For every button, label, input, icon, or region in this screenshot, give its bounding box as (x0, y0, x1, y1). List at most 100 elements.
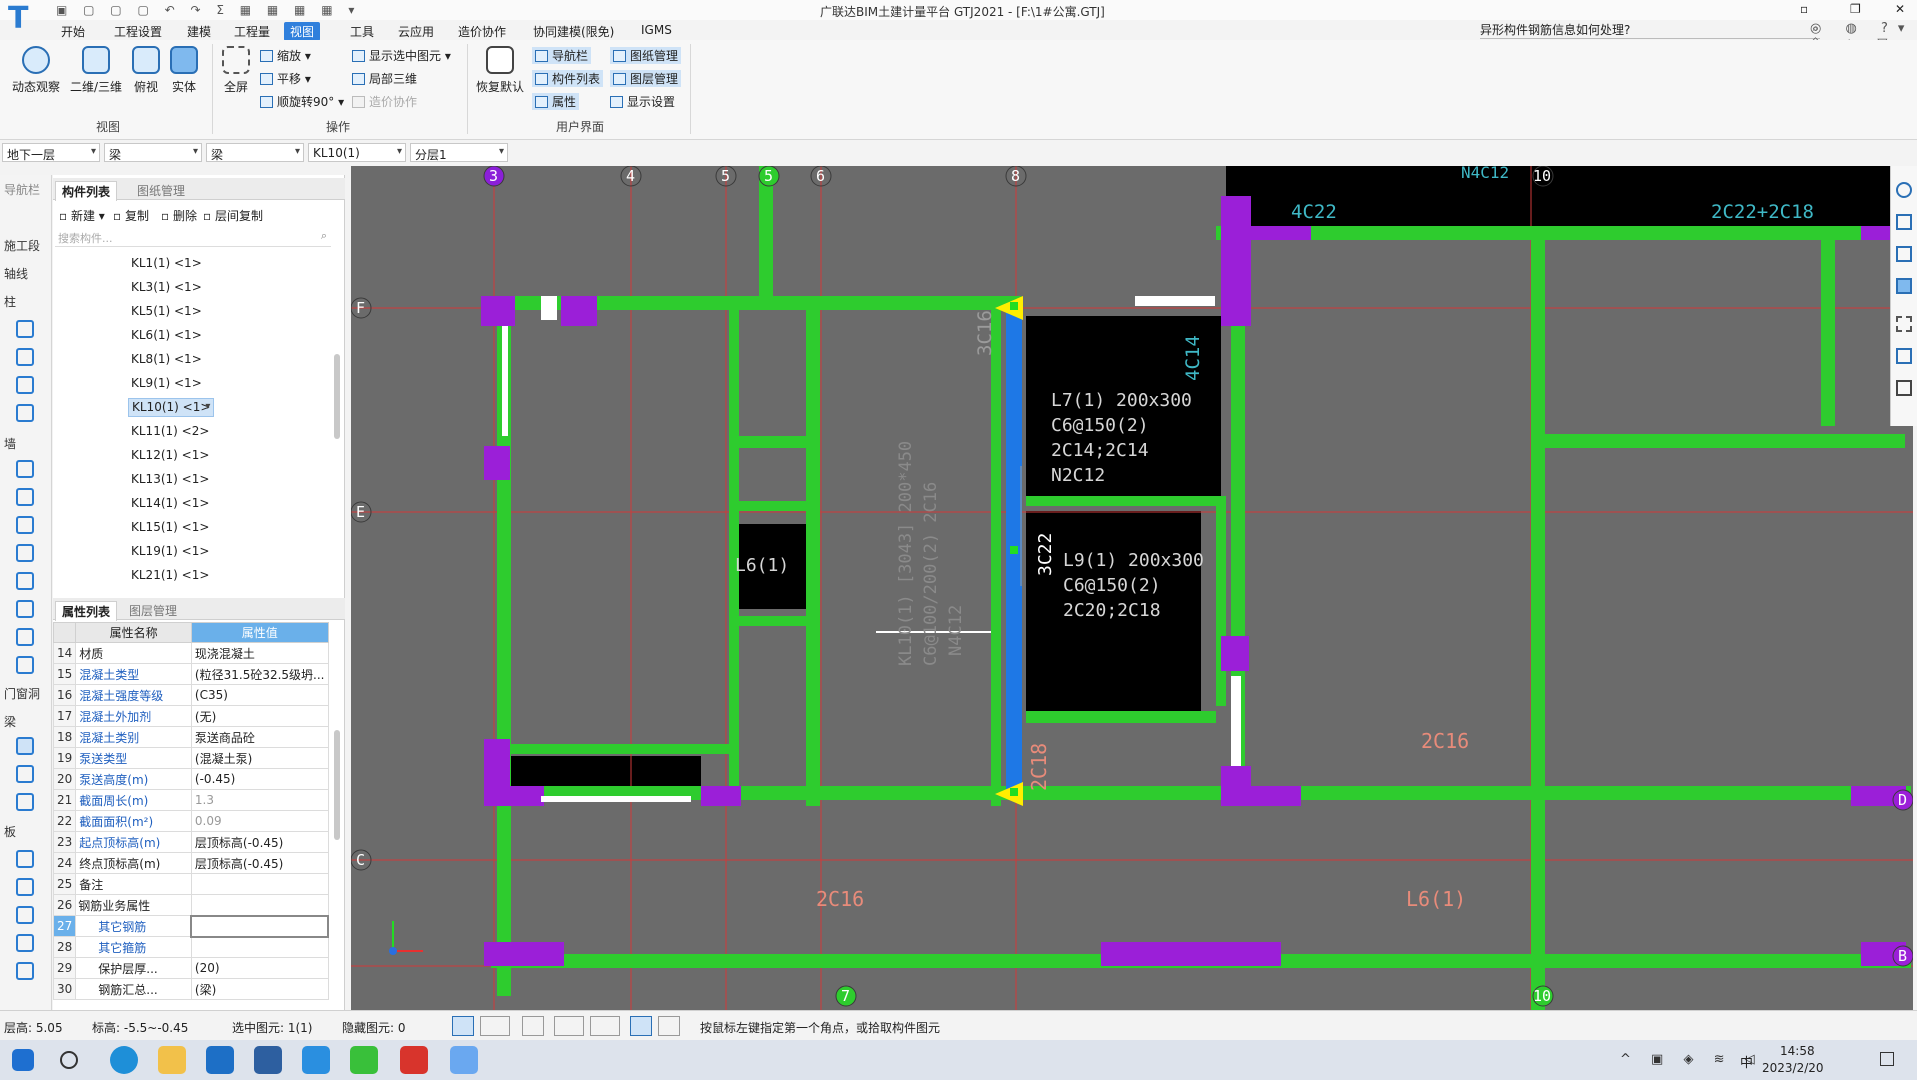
close-button[interactable]: ✕ (1895, 2, 1905, 16)
property-value[interactable]: (粒径31.5砼32.5级坍... (190, 663, 329, 685)
property-row[interactable]: 15 混凝土类型 (粒径31.5砼32.5级坍... (52, 663, 329, 685)
top-view-button[interactable]: 俯视 (128, 46, 164, 95)
fullscreen-icon[interactable] (1896, 316, 1912, 332)
offset-icon[interactable] (590, 1016, 620, 1036)
property-row[interactable]: 25 备注 (52, 873, 329, 895)
wall-brick-icon[interactable] (16, 516, 34, 534)
ime-indicator[interactable]: 中 (1740, 1052, 1753, 1071)
restore-button[interactable]: ❐ (1850, 2, 1861, 16)
wall-icon[interactable] (16, 460, 34, 478)
floor-plan-svg[interactable]: 3 4 5 5 6 8 10 F E C D B 7 10 4C22 2C22+… (351, 166, 1913, 1011)
property-row[interactable]: 21 截面周长(m) 1.3 (52, 789, 329, 811)
menu-cloud[interactable]: 云应用 (392, 22, 440, 41)
slab-curve-icon[interactable] (16, 906, 34, 924)
property-value[interactable]: 层顶标高(-0.45) (190, 831, 329, 853)
wall-3d-icon[interactable] (16, 600, 34, 618)
menu-collab-modeling[interactable]: 协同建模(限免) (527, 22, 620, 41)
grip-point[interactable] (1010, 546, 1018, 554)
property-row[interactable]: 14 材质 现浇混凝土 (52, 642, 329, 664)
property-value[interactable]: 层顶标高(-0.45) (190, 852, 329, 874)
zoom-button[interactable]: 缩放 ▾ (260, 47, 311, 64)
fullscreen-button[interactable]: 全屏 (216, 46, 256, 95)
snap-box-icon[interactable] (480, 1016, 510, 1036)
track-icon[interactable] (658, 1016, 680, 1036)
drawing-manage-toggle[interactable]: 图纸管理 (610, 47, 682, 64)
dynamic-input-icon[interactable] (630, 1016, 652, 1036)
list-item[interactable]: KL19(1) <1> (128, 543, 212, 559)
menu-project-settings[interactable]: 工程设置 (108, 22, 168, 41)
beam-icon[interactable] (16, 737, 34, 755)
list-item[interactable]: KL11(1) <2> (128, 423, 212, 439)
solid-button[interactable]: 实体 (166, 46, 202, 95)
2d-3d-button[interactable]: 二维/三维 (66, 46, 126, 95)
property-row[interactable]: 17 混凝土外加剂 (无) (52, 705, 329, 727)
search-icon[interactable] (60, 1051, 78, 1069)
wall-grid-icon[interactable] (16, 488, 34, 506)
copy-button[interactable]: ▫ 复制 (113, 207, 149, 224)
menu-modeling[interactable]: 建模 (181, 22, 217, 41)
column-cap-icon[interactable] (16, 348, 34, 366)
list-item[interactable]: KL6(1) <1> (128, 327, 205, 343)
menu-view[interactable]: 视图 (284, 22, 321, 41)
local-3d-icon[interactable] (1896, 348, 1912, 364)
properties-toggle[interactable]: 属性 (532, 93, 580, 110)
nav-column[interactable]: 柱 (4, 293, 16, 310)
nav-door-window[interactable]: 门窗洞 (4, 685, 40, 702)
component-list-toggle[interactable]: 构件列表 (532, 70, 604, 87)
list-item[interactable]: KL1(1) <1> (128, 255, 205, 271)
list-item[interactable]: KL5(1) <1> (128, 303, 205, 319)
property-row[interactable]: 24 终点顶标高(m) 层顶标高(-0.45) (52, 852, 329, 874)
list-item[interactable]: KL9(1) <1> (128, 375, 205, 391)
ortho-toggle-icon[interactable] (452, 1016, 474, 1036)
property-row[interactable]: 29 保护层厚... (20) (52, 957, 329, 979)
tab-drawing-manage[interactable]: 图纸管理 (131, 181, 191, 200)
component-search[interactable]: 搜索构件... ⌕ (55, 227, 331, 247)
column-icon[interactable] (16, 320, 34, 338)
orbit-icon[interactable] (1896, 182, 1912, 198)
layer-manage-toggle[interactable]: 图层管理 (610, 70, 682, 87)
restore-default-button[interactable]: 恢复默认 (472, 46, 528, 95)
column-box-icon[interactable] (16, 404, 34, 422)
layer-select[interactable]: 分层1 (410, 143, 508, 162)
property-value[interactable]: 0.09 (190, 810, 329, 832)
property-value[interactable] (190, 936, 329, 958)
property-value[interactable]: (混凝土泵) (190, 747, 329, 769)
menu-cost-collab[interactable]: 造价协作 (452, 22, 512, 41)
property-value[interactable]: (梁) (190, 978, 329, 1000)
property-row[interactable]: 23 起点顶标高(m) 层顶标高(-0.45) (52, 831, 329, 853)
property-value[interactable]: (-0.45) (190, 768, 329, 790)
minimize-button[interactable]: ▫ (1800, 2, 1808, 16)
wall-panel-icon[interactable] (16, 628, 34, 646)
tab-component-list[interactable]: 构件列表 (55, 181, 118, 201)
list-item[interactable]: KL8(1) <1> (128, 351, 205, 367)
property-row[interactable]: 27 其它钢筋 (52, 914, 329, 938)
slab-icon[interactable] (16, 850, 34, 868)
property-value[interactable]: (C35) (190, 684, 329, 706)
wall-layout-icon[interactable] (16, 656, 34, 674)
list-item[interactable]: KL12(1) <1> (128, 447, 212, 463)
show-selected-button[interactable]: 显示选中图元 ▾ (352, 47, 451, 64)
menu-tools[interactable]: 工具 (344, 22, 380, 41)
property-value[interactable] (190, 873, 329, 895)
navbar-toggle[interactable]: 导航栏 (532, 47, 592, 64)
delete-button[interactable]: ▫ 删除 (161, 207, 197, 224)
pan-button[interactable]: 平移 ▾ (260, 70, 311, 87)
property-row[interactable]: 19 泵送类型 (混凝土泵) (52, 747, 329, 769)
wall-stair-icon[interactable] (16, 544, 34, 562)
property-value[interactable] (190, 914, 329, 938)
display-settings-button[interactable]: 显示设置 (610, 93, 675, 110)
nav-slab[interactable]: 板 (4, 823, 16, 840)
edge-browser-icon[interactable] (110, 1046, 138, 1074)
wps-icon[interactable] (400, 1046, 428, 1074)
new-button[interactable]: ▫ 新建 ▾ (59, 207, 105, 224)
property-row[interactable]: 26 钢筋业务属性 (52, 894, 329, 916)
list-item[interactable]: KL3(1) <1> (128, 279, 205, 295)
solid-icon[interactable] (1896, 278, 1912, 294)
property-row[interactable]: 22 截面面积(m²) 0.09 (52, 810, 329, 832)
property-value[interactable]: (无) (190, 705, 329, 727)
list-item-selected[interactable]: KL10(1) <1> (128, 398, 215, 417)
mail-icon[interactable] (206, 1046, 234, 1074)
app-icon[interactable] (450, 1046, 478, 1074)
type-select[interactable]: 梁 (206, 143, 304, 162)
property-row[interactable]: 20 泵送高度(m) (-0.45) (52, 768, 329, 790)
